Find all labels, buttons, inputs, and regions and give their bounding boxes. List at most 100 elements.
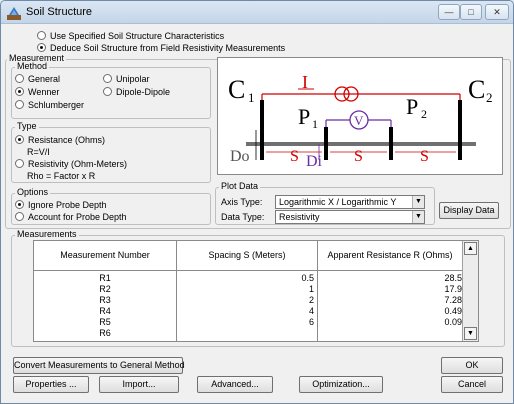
voltmeter-label: V <box>354 113 364 128</box>
type-resistivity-option[interactable]: Resistivity (Ohm-Meters) <box>15 159 127 169</box>
spacing-cell[interactable]: 1 <box>177 284 314 295</box>
maximize-icon: □ <box>468 7 474 17</box>
type-resistivity-label: Resistivity (Ohm-Meters) <box>28 159 128 169</box>
table-scrollbar[interactable]: ▲ ▼ <box>462 241 478 341</box>
radio-button-selected[interactable] <box>15 87 24 96</box>
radio-button-selected[interactable] <box>37 43 46 52</box>
method-schlumberger-option[interactable]: Schlumberger <box>15 100 84 110</box>
properties-label: Properties ... <box>25 379 77 389</box>
radio-button-selected[interactable] <box>15 200 24 209</box>
spacing-label-3: S <box>420 148 429 165</box>
table-header: Measurement Number Spacing S (Meters) Ap… <box>34 241 478 271</box>
scroll-up-icon[interactable]: ▲ <box>464 242 477 255</box>
method-wenner-label: Wenner <box>28 87 60 97</box>
spacing-label-2: S <box>354 148 363 165</box>
deduce-label: Deduce Soil Structure from Field Resisti… <box>50 43 286 53</box>
radio-button[interactable] <box>103 87 112 96</box>
method-dipole-dipole-option[interactable]: Dipole-Dipole <box>103 87 170 97</box>
table-row[interactable]: R1 0.5 28.5 <box>34 273 464 284</box>
chevron-down-icon: ▼ <box>412 211 424 223</box>
resistance-cell[interactable]: 0.09 <box>318 317 462 328</box>
method-schlumberger-label: Schlumberger <box>28 100 85 110</box>
method-group-label: Method <box>15 61 50 71</box>
c2-subscript: 2 <box>486 90 493 105</box>
title-bar: Soil Structure — □ ✕ <box>1 1 513 24</box>
resistance-cell[interactable]: 28.5 <box>318 273 462 284</box>
cancel-button[interactable]: Cancel <box>441 376 503 393</box>
wenner-diagram-svg: C 1 C 2 P 1 P 2 I V Do S Di S S <box>228 72 493 170</box>
data-type-label: Data Type: <box>221 212 265 222</box>
measurements-table: Measurement Number Spacing S (Meters) Ap… <box>33 240 479 342</box>
method-general-option[interactable]: General <box>15 74 60 84</box>
ok-label: OK <box>465 360 479 370</box>
type-resistance-formula: R=V/I <box>27 147 50 157</box>
import-button[interactable]: Import... <box>99 376 179 393</box>
table-row[interactable]: R4 4 0.49 <box>34 306 464 317</box>
method-general-label: General <box>28 74 61 84</box>
resistance-cell[interactable]: 7.28 <box>318 295 462 306</box>
soil-structure-app-icon <box>7 7 21 20</box>
advanced-label: Advanced... <box>211 379 259 389</box>
p2-subscript: 2 <box>421 107 427 121</box>
column-header-spacing: Spacing S (Meters) <box>208 250 286 260</box>
close-button[interactable]: ✕ <box>485 4 509 20</box>
data-type-select[interactable]: Resistivity ▼ <box>275 210 425 224</box>
radio-button[interactable] <box>15 74 24 83</box>
chevron-down-icon: ▼ <box>412 196 424 208</box>
close-icon: ✕ <box>493 7 501 17</box>
ignore-probe-depth-option[interactable]: Ignore Probe Depth <box>15 200 107 210</box>
type-resistance-label: Resistance (Ohms) <box>28 135 106 145</box>
table-row[interactable]: R3 2 7.28 <box>34 295 464 306</box>
ignore-probe-depth-label: Ignore Probe Depth <box>28 200 107 210</box>
probe-p1 <box>324 127 328 160</box>
display-data-label: Display Data <box>443 205 495 215</box>
p1-label: P <box>298 104 310 129</box>
type-resistivity-formula: Rho = Factor x R <box>27 171 96 181</box>
resistance-cell[interactable]: 17.9 <box>318 284 462 295</box>
column-header-apparent-resistance: Apparent Resistance R (Ohms) <box>327 250 453 260</box>
optimization-label: Optimization... <box>312 379 370 389</box>
radio-button[interactable] <box>15 100 24 109</box>
scroll-down-icon[interactable]: ▼ <box>464 327 477 340</box>
probe-c1 <box>260 100 264 160</box>
options-group-label: Options <box>15 187 51 197</box>
convert-measurements-button[interactable]: Convert Measurements to General Method <box>13 357 185 374</box>
radio-button[interactable] <box>37 31 46 40</box>
optimization-button[interactable]: Optimization... <box>299 376 383 393</box>
method-dipole-dipole-label: Dipole-Dipole <box>116 87 171 97</box>
radio-button[interactable] <box>15 212 24 221</box>
minimize-button[interactable]: — <box>438 4 460 20</box>
table-row[interactable]: R5 6 0.09 <box>34 317 464 328</box>
radio-button-selected[interactable] <box>15 135 24 144</box>
spacing-cell[interactable]: 4 <box>177 306 314 317</box>
deduce-from-measurements-option[interactable]: Deduce Soil Structure from Field Resisti… <box>37 43 285 53</box>
axis-type-value: Logarithmic X / Logarithmic Y <box>279 197 397 207</box>
radio-button[interactable] <box>15 159 24 168</box>
resistance-cell[interactable]: 0.49 <box>318 306 462 317</box>
plot-data-group-label: Plot Data <box>219 181 261 191</box>
use-specified-option[interactable]: Use Specified Soil Structure Characteris… <box>37 31 224 41</box>
account-probe-depth-label: Account for Probe Depth <box>28 212 127 222</box>
spacing-cell[interactable]: 0.5 <box>177 273 314 284</box>
table-row[interactable]: R2 1 17.9 <box>34 284 464 295</box>
probe-c2 <box>458 100 462 160</box>
p1-subscript: 1 <box>312 117 318 131</box>
display-data-button[interactable]: Display Data <box>439 202 499 219</box>
advanced-button[interactable]: Advanced... <box>197 376 273 393</box>
radio-button[interactable] <box>103 74 112 83</box>
spacing-cell[interactable]: 6 <box>177 317 314 328</box>
account-probe-depth-option[interactable]: Account for Probe Depth <box>15 212 127 222</box>
properties-button[interactable]: Properties ... <box>13 376 89 393</box>
method-wenner-option[interactable]: Wenner <box>15 87 59 97</box>
ok-button[interactable]: OK <box>441 357 503 374</box>
method-unipolar-label: Unipolar <box>116 74 150 84</box>
p2-label: P <box>406 94 418 119</box>
method-unipolar-option[interactable]: Unipolar <box>103 74 150 84</box>
c2-label: C <box>468 75 485 104</box>
c1-label: C <box>228 75 245 104</box>
type-resistance-option[interactable]: Resistance (Ohms) <box>15 135 105 145</box>
axis-type-select[interactable]: Logarithmic X / Logarithmic Y ▼ <box>275 195 425 209</box>
maximize-button[interactable]: □ <box>460 4 482 20</box>
table-row[interactable]: R6 <box>34 328 464 339</box>
spacing-cell[interactable]: 2 <box>177 295 314 306</box>
